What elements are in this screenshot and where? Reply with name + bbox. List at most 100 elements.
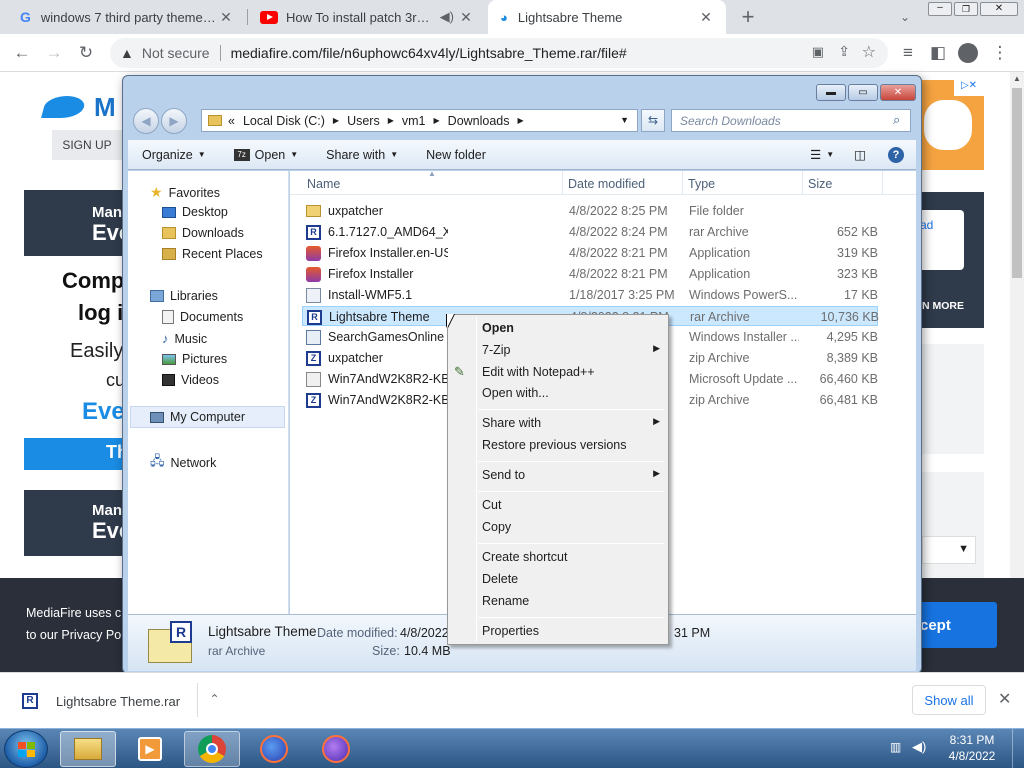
explorer-search-input[interactable]: Search Downloads: [671, 109, 911, 132]
column-divider[interactable]: [562, 171, 563, 195]
nav-music[interactable]: ♪ Music: [162, 331, 207, 346]
column-divider[interactable]: [682, 171, 683, 195]
minimize-button[interactable]: –: [928, 2, 952, 16]
file-row[interactable]: Firefox Installer 4/8/2022 8:21 PM Applica…: [302, 264, 878, 284]
audio-playing-icon[interactable]: ◀): [440, 9, 454, 25]
scroll-up-icon[interactable]: ▲: [1013, 74, 1021, 83]
ad-link-text[interactable]: ad: [920, 218, 933, 232]
help-button[interactable]: ?: [876, 146, 916, 163]
explorer-maximize-button[interactable]: ▭: [848, 84, 878, 101]
close-tab-icon[interactable]: ✕: [218, 9, 234, 26]
profile-avatar-icon[interactable]: [956, 41, 980, 65]
column-date-modified[interactable]: Date modified: [568, 177, 645, 191]
address-dropdown-icon[interactable]: ▼: [620, 115, 629, 125]
restore-button[interactable]: ❐: [954, 2, 978, 16]
forward-button[interactable]: →: [42, 41, 66, 65]
nav-my-computer[interactable]: My Computer: [150, 410, 245, 424]
explorer-close-button[interactable]: ✕: [880, 84, 916, 101]
new-folder-button[interactable]: New folder: [412, 148, 500, 162]
learn-more-link[interactable]: N MORE: [922, 300, 964, 312]
explorer-back-button[interactable]: ◀: [133, 108, 159, 134]
new-tab-button[interactable]: +: [736, 4, 760, 29]
nav-libraries[interactable]: Libraries: [150, 289, 218, 303]
breadcrumb-arrow-icon[interactable]: ▶: [434, 116, 440, 125]
explorer-address-bar[interactable]: « Local Disk (C:) ▶ Users ▶ vm1 ▶ Downlo…: [201, 109, 638, 132]
menu-item-open-with[interactable]: Open with...: [482, 386, 662, 400]
back-button[interactable]: ←: [10, 41, 34, 65]
file-row[interactable]: uxpatcher 4/8/2022 8:25 PM File folder: [302, 201, 878, 221]
ad-image[interactable]: ▷✕: [918, 80, 984, 170]
file-row[interactable]: Firefox Installer.en-US 4/8/2022 8:21 PM A…: [302, 243, 878, 263]
volume-tray-icon[interactable]: ◀): [912, 739, 926, 755]
promo-cta-button[interactable]: Th: [24, 438, 128, 470]
open-in-app-icon[interactable]: ▣: [812, 44, 824, 60]
menu-item-edit-notepad[interactable]: Edit with Notepad++: [482, 365, 662, 379]
reload-button[interactable]: ↻: [74, 41, 98, 65]
tab-youtube[interactable]: How To install patch 3rd part ◀) ✕: [248, 0, 486, 34]
show-desktop-button[interactable]: [1012, 729, 1024, 769]
tab-google-search[interactable]: G windows 7 third party themes - G ✕: [8, 0, 246, 34]
nav-favorites[interactable]: ★ Favorites: [150, 184, 220, 201]
address-bar[interactable]: ▲ Not secure mediafire.com/file/n6uphowc…: [110, 38, 888, 68]
column-divider[interactable]: [882, 171, 883, 195]
nav-downloads[interactable]: Downloads: [162, 226, 244, 240]
menu-item-restore-previous[interactable]: Restore previous versions: [482, 438, 662, 452]
menu-item-7zip[interactable]: 7-Zip ▶: [482, 343, 662, 357]
taskbar-chrome[interactable]: [184, 731, 240, 767]
taskbar-firefox[interactable]: [246, 731, 302, 767]
ad-choices-icon[interactable]: ▷✕: [954, 80, 984, 96]
tab-search-chevron-icon[interactable]: ⌄: [893, 5, 917, 29]
close-window-button[interactable]: ✕: [980, 2, 1018, 16]
scroll-thumb[interactable]: [1012, 88, 1022, 278]
close-tab-icon[interactable]: ✕: [698, 9, 714, 26]
start-button[interactable]: [4, 730, 48, 768]
download-item[interactable]: R Lightsabre Theme.rar: [14, 685, 198, 717]
view-options-button[interactable]: ☰ ▼: [800, 147, 844, 162]
tab-lightsabre-theme[interactable]: ◕ Lightsabre Theme ✕: [488, 0, 726, 34]
menu-item-rename[interactable]: Rename: [482, 594, 662, 608]
explorer-minimize-button[interactable]: ▬: [816, 84, 846, 101]
clock[interactable]: 8:31 PM 4/8/2022: [940, 733, 1004, 763]
close-tab-icon[interactable]: ✕: [458, 9, 474, 26]
close-download-shelf-icon[interactable]: ✕: [998, 689, 1011, 709]
side-panel-icon[interactable]: ◧: [926, 41, 950, 65]
taskbar-firefox-alt[interactable]: [308, 731, 364, 767]
download-options-chevron-icon[interactable]: ⌃: [197, 683, 231, 717]
column-type[interactable]: Type: [688, 177, 715, 191]
file-row[interactable]: R 6.1.7127.0_AMD64_XX 4/8/2022 8:24 PM rar …: [302, 222, 878, 242]
breadcrumb-overflow[interactable]: «: [228, 114, 235, 128]
open-button[interactable]: 7z Open ▼: [220, 148, 313, 162]
menu-item-cut[interactable]: Cut: [482, 498, 662, 512]
explorer-forward-button[interactable]: ▶: [161, 108, 187, 134]
breadcrumb-users[interactable]: Users: [347, 114, 380, 128]
share-icon[interactable]: ⇪: [838, 43, 850, 60]
breadcrumb-arrow-icon[interactable]: ▶: [388, 116, 394, 125]
share-with-button[interactable]: Share with ▼: [312, 148, 412, 162]
sign-up-button[interactable]: SIGN UP: [52, 130, 122, 160]
breadcrumb-local-disk[interactable]: Local Disk (C:): [243, 114, 325, 128]
menu-item-create-shortcut[interactable]: Create shortcut: [482, 550, 662, 564]
organize-button[interactable]: Organize ▼: [128, 148, 220, 162]
search-icon[interactable]: ⌕: [893, 112, 900, 128]
breadcrumb-arrow-icon[interactable]: ▶: [518, 116, 524, 125]
menu-item-copy[interactable]: Copy: [482, 520, 662, 534]
nav-videos[interactable]: Videos: [162, 373, 219, 387]
dropdown-select[interactable]: ▼: [922, 536, 976, 564]
taskbar-explorer[interactable]: [60, 731, 116, 767]
column-name[interactable]: Name: [307, 177, 340, 191]
column-divider[interactable]: [802, 171, 803, 195]
file-row[interactable]: Install-WMF5.1 1/18/2017 3:25 PM Windows P…: [302, 285, 878, 305]
breadcrumb-vm1[interactable]: vm1: [402, 114, 426, 128]
network-tray-icon[interactable]: ▥: [890, 740, 901, 754]
breadcrumb-arrow-icon[interactable]: ▶: [333, 116, 339, 125]
window-titlebar[interactable]: ▬ ▭ ✕: [123, 76, 921, 106]
menu-item-open[interactable]: Open: [482, 321, 662, 335]
nav-recent-places[interactable]: Recent Places: [162, 247, 263, 261]
nav-desktop[interactable]: Desktop: [162, 205, 228, 219]
mediafire-logo[interactable]: M: [41, 90, 124, 124]
menu-item-send-to[interactable]: Send to ▶: [482, 468, 662, 482]
url-text[interactable]: mediafire.com/file/n6uphowc64xv4ly/Light…: [231, 45, 627, 61]
reading-list-icon[interactable]: ≡: [896, 41, 920, 65]
refresh-icon[interactable]: ⇆: [641, 109, 665, 132]
nav-documents[interactable]: Documents: [162, 310, 243, 324]
